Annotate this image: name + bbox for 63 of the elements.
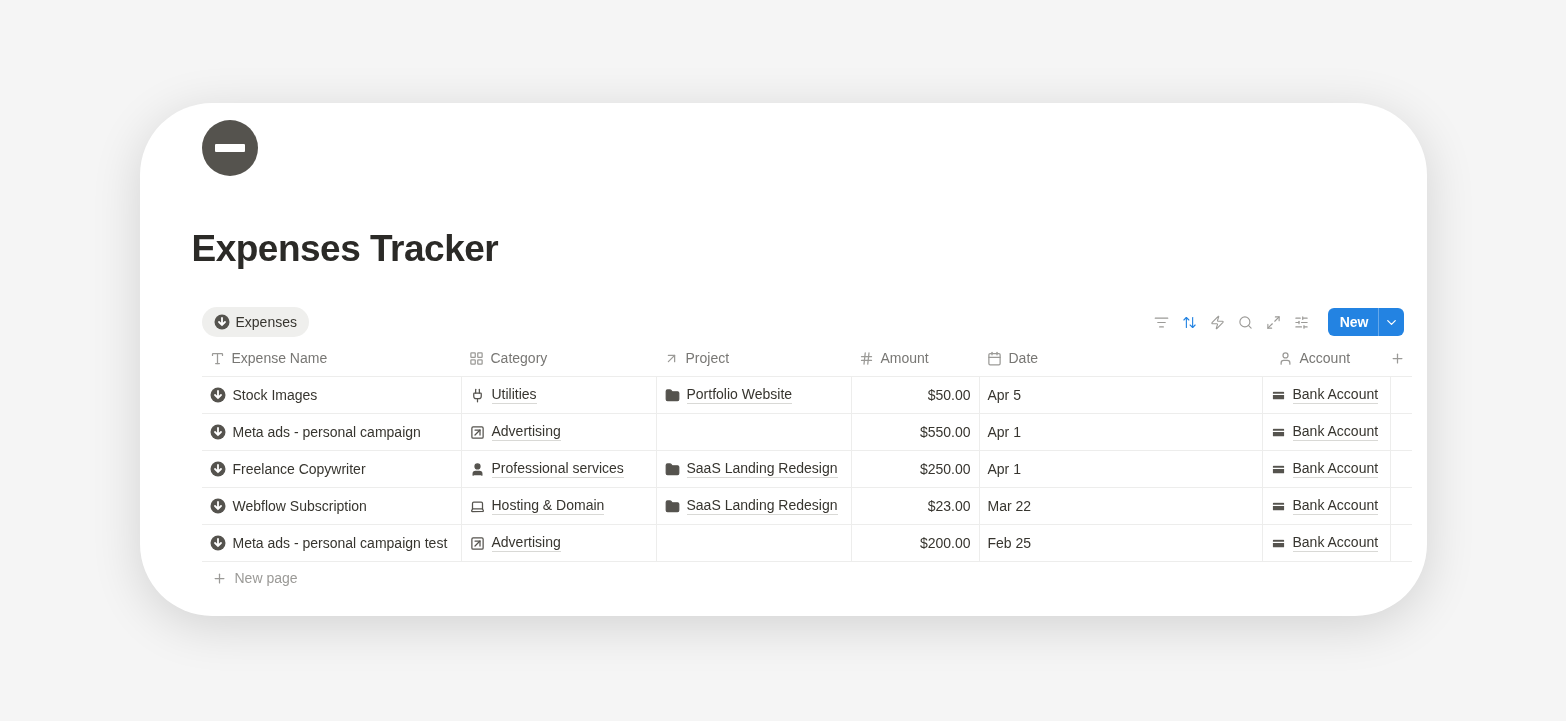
account-link[interactable]: Bank Account — [1292, 386, 1379, 404]
download-icon — [213, 314, 230, 330]
lightning-icon[interactable] — [1209, 314, 1225, 330]
account-link[interactable]: Bank Account — [1292, 534, 1379, 552]
column-header[interactable]: Date — [978, 340, 1262, 376]
expense-name[interactable]: Webflow Subscription — [232, 498, 367, 514]
person-icon — [1277, 350, 1293, 366]
project-link[interactable]: Portfolio Website — [686, 386, 793, 404]
folder-icon — [664, 461, 680, 477]
date-cell: Apr 1 — [987, 461, 1021, 477]
account-link[interactable]: Bank Account — [1292, 497, 1379, 515]
expense-name[interactable]: Stock Images — [232, 387, 318, 403]
amount-cell: $200.00 — [919, 535, 971, 551]
page-title: Expenses Tracker — [191, 228, 500, 270]
arrow-square-icon — [469, 535, 485, 551]
download-icon — [209, 387, 226, 403]
expand-icon[interactable] — [1265, 314, 1281, 330]
settings-icon[interactable] — [1293, 314, 1309, 330]
arrow-square-icon — [469, 424, 485, 440]
search-icon[interactable] — [1237, 314, 1253, 330]
expense-name[interactable]: Meta ads - personal campaign test — [232, 535, 448, 551]
amount-cell: $23.00 — [927, 498, 971, 514]
folder-icon — [664, 387, 680, 403]
amount-cell: $50.00 — [927, 387, 971, 403]
download-icon — [209, 461, 226, 477]
amount-cell: $250.00 — [919, 461, 971, 477]
date-cell: Apr 1 — [987, 424, 1021, 440]
category-link[interactable]: Advertising — [491, 534, 561, 552]
category-link[interactable]: Utilities — [491, 386, 537, 404]
expense-name[interactable]: Meta ads - personal campaign — [232, 424, 421, 440]
date-cell: Feb 25 — [987, 535, 1032, 551]
amount-cell: $550.00 — [919, 424, 971, 440]
column-header[interactable]: Category — [460, 340, 656, 376]
column-header[interactable]: Account — [1261, 340, 1390, 376]
text-type-icon — [209, 350, 225, 366]
calendar-icon — [986, 350, 1002, 366]
page-icon — [201, 120, 258, 176]
category-link[interactable]: Advertising — [491, 423, 561, 441]
date-cell: Apr 5 — [987, 387, 1021, 403]
project-link[interactable]: SaaS Landing Redesign — [686, 497, 838, 515]
project-link[interactable]: SaaS Landing Redesign — [686, 460, 838, 478]
hash-icon — [858, 350, 874, 366]
plus-icon — [211, 570, 227, 586]
laptop-icon — [469, 498, 485, 514]
download-icon — [209, 498, 226, 514]
date-cell: Mar 22 — [987, 498, 1032, 514]
category-link[interactable]: Professional services — [491, 460, 624, 478]
column-header[interactable]: Expense Name — [201, 340, 461, 376]
category-link[interactable]: Hosting & Domain — [491, 497, 605, 515]
account-link[interactable]: Bank Account — [1292, 423, 1379, 441]
expense-name[interactable]: Freelance Copywriter — [232, 461, 366, 477]
grid-icon — [468, 350, 484, 366]
filter-icon[interactable] — [1153, 314, 1169, 330]
column-header[interactable]: Project — [655, 340, 851, 376]
folder-icon — [664, 498, 680, 514]
download-icon — [209, 535, 226, 551]
sort-icon[interactable] — [1181, 314, 1197, 330]
account-link[interactable]: Bank Account — [1292, 460, 1379, 478]
column-header[interactable]: Amount — [850, 340, 979, 376]
view-tab[interactable]: Expenses — [201, 307, 309, 337]
add-column-icon[interactable] — [1389, 350, 1405, 366]
download-icon — [209, 424, 226, 440]
person-icon — [469, 461, 485, 477]
